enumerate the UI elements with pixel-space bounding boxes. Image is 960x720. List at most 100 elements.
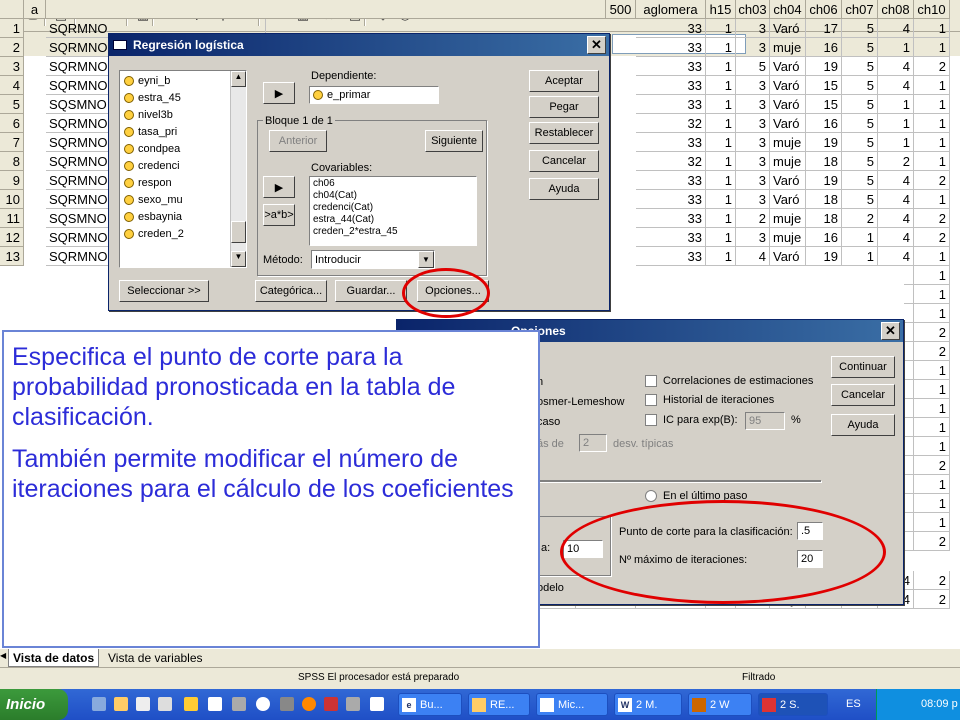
taskbar-task[interactable]: Mic... [536, 693, 608, 716]
row-number[interactable]: 7 [0, 133, 24, 152]
previous-button[interactable]: Anterior [269, 130, 327, 152]
move-dependent-button[interactable]: ▶ [263, 82, 295, 104]
table-cell[interactable]: 2 [914, 228, 950, 247]
table-cell[interactable]: 1 [878, 38, 914, 57]
table-cell[interactable]: 16 [806, 38, 842, 57]
select-button[interactable]: Seleccionar >> [119, 280, 209, 302]
table-cell[interactable]: 3 [736, 152, 770, 171]
table-cell[interactable]: 19 [806, 171, 842, 190]
table-cell[interactable]: muje [770, 38, 806, 57]
table-cell[interactable]: Varó [770, 114, 806, 133]
table-cell[interactable]: 1 [706, 114, 736, 133]
list-item[interactable]: credenci [120, 157, 246, 174]
row-number[interactable]: 1 [0, 19, 24, 38]
paste-button[interactable]: Pegar [529, 96, 599, 118]
table-cell[interactable] [904, 323, 914, 342]
taskbar-task[interactable]: 2 S. [758, 693, 828, 716]
table-cell[interactable]: 1 [914, 38, 950, 57]
table-cell[interactable]: 3 [736, 190, 770, 209]
accept-button[interactable]: Aceptar [529, 70, 599, 92]
column-header[interactable]: 500 [606, 0, 636, 19]
table-cell[interactable]: 19 [806, 57, 842, 76]
table-cell[interactable]: 33 [636, 247, 706, 266]
table-cell[interactable]: Varó [770, 247, 806, 266]
table-cell[interactable]: Varó [770, 19, 806, 38]
table-cell[interactable]: 1 [914, 76, 950, 95]
table-cell[interactable]: 1 [706, 152, 736, 171]
table-cell[interactable]: 1 [914, 475, 950, 494]
table-cell[interactable]: 2 [914, 571, 950, 590]
table-cell[interactable]: muje [770, 209, 806, 228]
quick-launch-icon[interactable] [184, 697, 198, 711]
column-header[interactable]: a [24, 0, 46, 19]
quick-launch-icon[interactable] [324, 697, 338, 711]
list-item[interactable]: estra_45 [120, 89, 246, 106]
move-covariate-button[interactable]: ▶ [263, 176, 295, 198]
table-cell[interactable]: 33 [636, 190, 706, 209]
sd-field[interactable]: 2 [579, 434, 607, 452]
covariate-item[interactable]: credenci(Cat) [310, 202, 476, 214]
table-cell[interactable]: 16 [806, 114, 842, 133]
row-number[interactable]: 12 [0, 228, 24, 247]
scroll-thumb[interactable] [231, 221, 246, 243]
table-cell[interactable]: 1 [706, 95, 736, 114]
column-header[interactable]: aglomera [636, 0, 706, 19]
table-cell[interactable] [904, 532, 914, 551]
table-cell[interactable]: 5 [842, 152, 878, 171]
column-header[interactable]: ch04 [770, 0, 806, 19]
variables-listbox[interactable]: eyni_b estra_45 nivel3b tasa_pri condpea cred… [119, 70, 247, 268]
scroll-down-icon[interactable]: ▼ [231, 251, 246, 267]
table-cell[interactable]: 5 [842, 95, 878, 114]
table-cell[interactable]: 4 [878, 76, 914, 95]
table-cell[interactable]: 1 [914, 190, 950, 209]
taskbar-task[interactable]: e Bu... [398, 693, 462, 716]
table-cell[interactable]: 1 [706, 19, 736, 38]
column-header[interactable]: ch03 [736, 0, 770, 19]
table-cell[interactable]: 33 [636, 228, 706, 247]
language-indicator[interactable]: ES [846, 698, 861, 710]
table-cell[interactable]: 32 [636, 114, 706, 133]
table-cell[interactable]: 1 [842, 228, 878, 247]
table-cell[interactable]: 1 [914, 437, 950, 456]
listbox-scrollbar[interactable]: ▲ ▼ [230, 71, 246, 267]
table-cell[interactable]: 1 [706, 76, 736, 95]
table-cell[interactable] [904, 437, 914, 456]
table-cell[interactable]: 1 [914, 380, 950, 399]
table-cell[interactable]: 17 [806, 19, 842, 38]
table-cell[interactable]: 2 [736, 209, 770, 228]
row-number[interactable]: 10 [0, 190, 24, 209]
table-cell[interactable] [904, 285, 914, 304]
taskbar-task[interactable]: 2 W [688, 693, 752, 716]
table-cell[interactable]: 1 [914, 152, 950, 171]
ci-field[interactable]: 95 [745, 412, 785, 430]
table-cell[interactable]: 2 [914, 171, 950, 190]
list-item[interactable]: eyni_b [120, 72, 246, 89]
table-cell[interactable]: 18 [806, 209, 842, 228]
table-cell[interactable]: 1 [914, 266, 950, 285]
table-cell[interactable]: 19 [806, 247, 842, 266]
row-number[interactable]: 4 [0, 76, 24, 95]
column-header[interactable]: ch10 [914, 0, 950, 19]
grid-corner[interactable] [0, 0, 24, 19]
options-close-button[interactable]: ✕ [881, 322, 900, 340]
start-button[interactable]: Inicio [0, 689, 68, 720]
quick-launch-icon[interactable] [92, 697, 106, 711]
column-header[interactable]: ch07 [842, 0, 878, 19]
quick-launch-icon[interactable] [346, 697, 360, 711]
quick-launch-icon[interactable] [232, 697, 246, 711]
row-number[interactable]: 2 [0, 38, 24, 57]
table-cell[interactable]: 4 [878, 171, 914, 190]
quick-launch-icon[interactable] [114, 697, 128, 711]
table-cell[interactable]: 16 [806, 228, 842, 247]
table-cell[interactable]: 5 [842, 133, 878, 152]
help-button[interactable]: Ayuda [529, 178, 599, 200]
table-cell[interactable]: Varó [770, 76, 806, 95]
row-number[interactable]: 11 [0, 209, 24, 228]
table-cell[interactable]: 4 [878, 190, 914, 209]
table-cell[interactable]: 1 [914, 418, 950, 437]
table-cell[interactable]: 3 [736, 133, 770, 152]
table-cell[interactable]: 4 [878, 209, 914, 228]
table-cell[interactable]: 32 [636, 152, 706, 171]
table-cell[interactable]: 2 [914, 209, 950, 228]
table-cell[interactable]: 1 [914, 513, 950, 532]
